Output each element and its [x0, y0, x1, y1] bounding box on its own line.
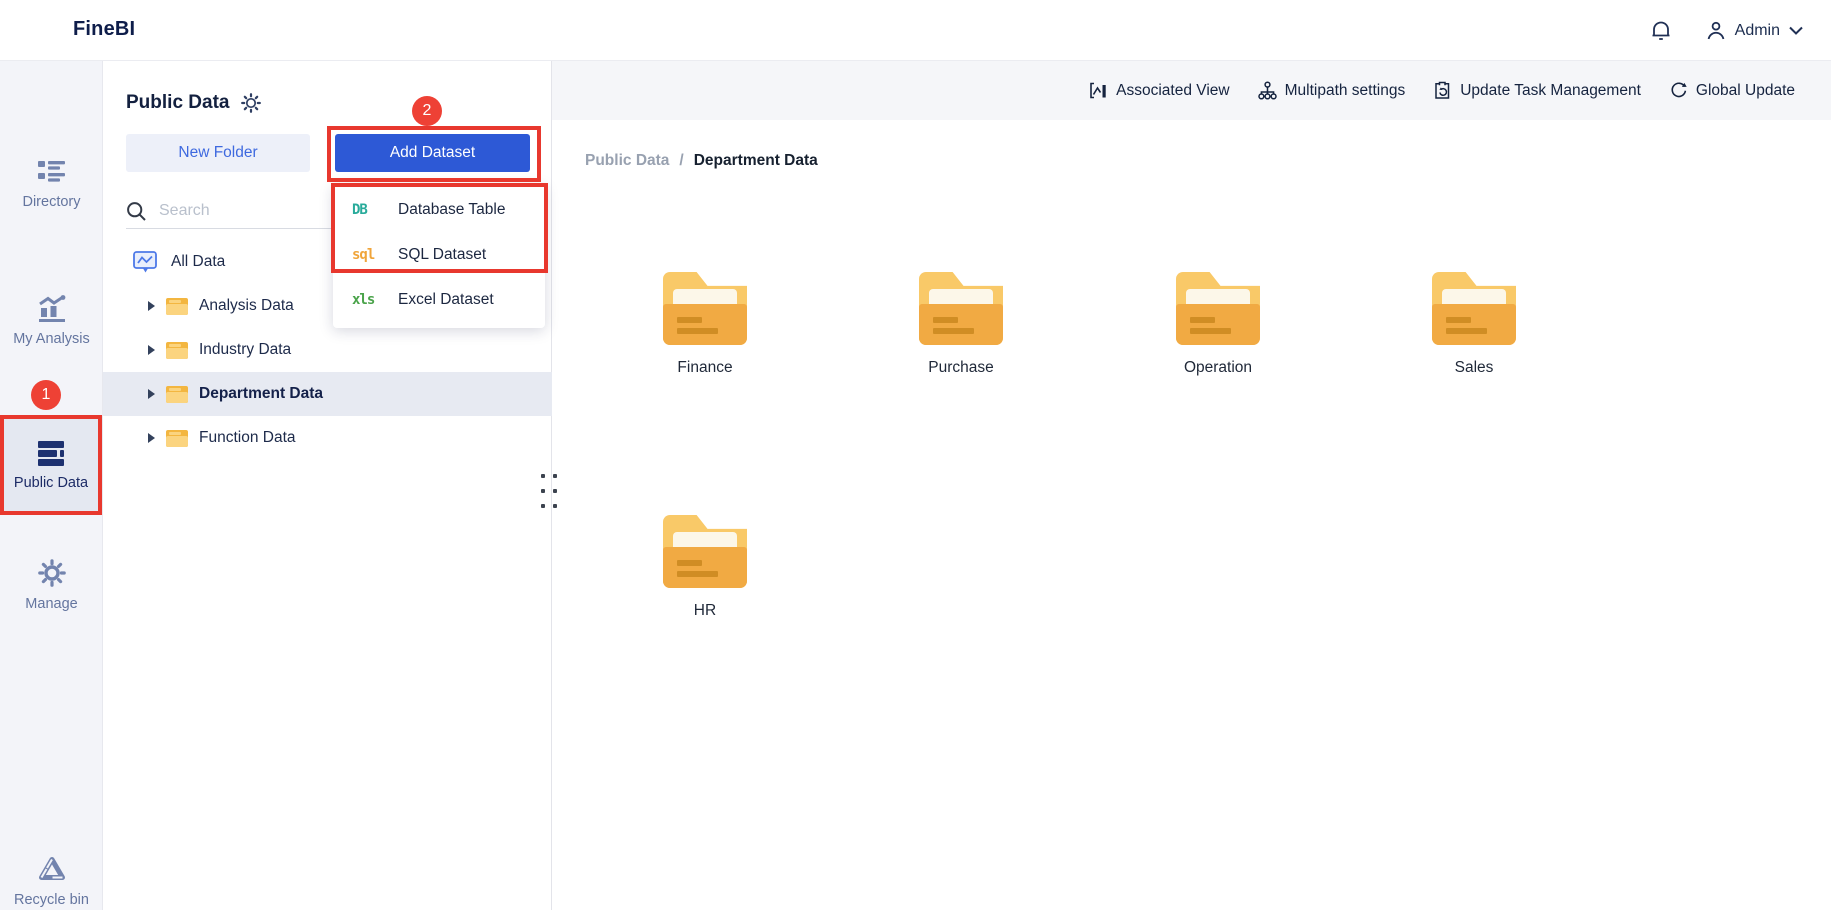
sidebar-item-recycle-bin[interactable]: Recycle bin [0, 854, 103, 908]
new-folder-button[interactable]: New Folder [126, 134, 310, 172]
public-data-stack-icon [36, 440, 66, 467]
tree-item-label: Function Data [199, 429, 296, 446]
folder-tile-hr[interactable]: HR [625, 515, 785, 620]
tree-item-label: All Data [171, 253, 226, 270]
tree-item-function-data[interactable]: Function Data [103, 416, 552, 460]
sidebar-item-label: Recycle bin [14, 892, 89, 908]
database-table-icon: DB [352, 201, 368, 218]
header-actions: Admin [1650, 0, 1803, 61]
toolbar-label: Update Task Management [1460, 81, 1641, 99]
breadcrumb-separator: / [679, 152, 684, 169]
sidebar-item-label: Public Data [13, 474, 89, 491]
tree-item-label: Analysis Data [199, 297, 294, 314]
panel-title: Public Data [126, 92, 230, 113]
folder-name: Finance [677, 359, 733, 376]
breadcrumb-current: Department Data [693, 152, 818, 169]
folder-tile-operation[interactable]: Operation [1138, 272, 1298, 377]
search-input[interactable] [159, 202, 359, 220]
multipath-icon [1257, 81, 1277, 100]
folder-name: Sales [1454, 359, 1494, 376]
notification-bell-icon[interactable] [1650, 20, 1672, 42]
update-task-icon [1435, 81, 1450, 99]
toolbar-label: Multipath settings [1284, 81, 1406, 99]
breadcrumb-parent[interactable]: Public Data [585, 152, 669, 170]
annotation-step-1-badge: 1 [31, 380, 61, 410]
sidebar-item-my-analysis[interactable]: My Analysis [0, 293, 103, 347]
directory-icon [38, 156, 65, 186]
top-header: FineBI Admin [0, 0, 1831, 61]
folder-tile-purchase[interactable]: Purchase [881, 272, 1041, 377]
associated-view-button[interactable]: Associated View [1089, 81, 1230, 100]
dataset-toolbar: Associated View Multipath settings Updat… [552, 61, 1831, 120]
tree-item-label: Department Data [199, 385, 324, 402]
main-content: Associated View Multipath settings Updat… [552, 61, 1831, 910]
panel-title-row: Public Data [126, 92, 262, 114]
folder-name: Purchase [928, 359, 994, 376]
manage-gear-icon [37, 558, 66, 588]
recycle-bin-icon [37, 854, 67, 884]
tree-item-label: Industry Data [199, 341, 292, 358]
toolbar-label: Associated View [1116, 81, 1230, 99]
folder-name: HR [693, 602, 717, 619]
global-update-icon [1671, 82, 1687, 98]
folder-icon [166, 341, 188, 359]
toolbar-label: Global Update [1695, 81, 1795, 99]
update-task-management-button[interactable]: Update Task Management [1433, 81, 1641, 100]
folder-icon [663, 272, 747, 345]
sql-dataset-icon: sql [352, 246, 375, 263]
folder-icon [1176, 272, 1260, 345]
app-logo: FineBI [73, 18, 136, 40]
breadcrumb: Public Data / Department Data [585, 152, 818, 170]
add-dataset-menu: DB Database Table sql SQL Dataset xls Ex… [333, 184, 545, 328]
folder-icon [166, 297, 188, 315]
annotation-step-2-badge: 2 [412, 96, 442, 126]
analysis-chart-icon [38, 293, 66, 323]
person-icon [1707, 21, 1724, 39]
search-icon [126, 201, 147, 222]
menu-item-database-table[interactable]: DB Database Table [333, 187, 545, 232]
sidebar-item-directory[interactable]: Directory [0, 156, 103, 210]
sidebar-item-label: My Analysis [13, 331, 90, 347]
chevron-down-icon [1789, 26, 1803, 35]
menu-item-excel-dataset[interactable]: xls Excel Dataset [333, 277, 545, 322]
all-data-monitor-icon [133, 250, 158, 274]
main-sidebar: Directory My Analysis Public Data 1 Mana… [0, 61, 103, 910]
caret-right-icon[interactable] [148, 301, 155, 311]
menu-item-label: SQL Dataset [398, 245, 487, 263]
folder-tile-finance[interactable]: Finance [625, 272, 785, 377]
menu-item-label: Excel Dataset [398, 290, 494, 308]
panel-settings-gear-icon[interactable] [241, 93, 262, 113]
sidebar-item-public-data[interactable]: Public Data [0, 415, 102, 515]
caret-right-icon[interactable] [148, 345, 155, 355]
finebi-app: FineBI Admin Directory My Analysis Publi… [0, 0, 1831, 910]
tree-item-department-data[interactable]: Department Data [103, 372, 552, 416]
sidebar-item-label: Manage [25, 596, 78, 612]
caret-right-icon[interactable] [148, 389, 155, 399]
add-dataset-button[interactable]: Add Dataset [335, 134, 530, 172]
folder-icon [166, 429, 188, 447]
folder-icon [919, 272, 1003, 345]
sidebar-item-manage[interactable]: Manage [0, 558, 103, 612]
folder-icon [166, 385, 188, 403]
caret-right-icon[interactable] [148, 433, 155, 443]
global-update-button[interactable]: Global Update [1669, 81, 1795, 100]
sidebar-item-label: Directory [22, 194, 81, 210]
excel-dataset-icon: xls [352, 291, 375, 308]
menu-item-sql-dataset[interactable]: sql SQL Dataset [333, 232, 545, 277]
folder-icon [1432, 272, 1516, 345]
associated-view-icon [1090, 82, 1106, 99]
menu-item-label: Database Table [398, 200, 506, 218]
folder-icon [663, 515, 747, 588]
panel-resize-handle[interactable] [541, 474, 561, 514]
user-menu[interactable]: Admin [1706, 21, 1803, 41]
tree-item-industry-data[interactable]: Industry Data [103, 328, 552, 372]
user-name: Admin [1734, 21, 1780, 39]
folder-tile-sales[interactable]: Sales [1394, 272, 1554, 377]
folder-name: Operation [1183, 359, 1253, 376]
multipath-settings-button[interactable]: Multipath settings [1257, 81, 1406, 100]
